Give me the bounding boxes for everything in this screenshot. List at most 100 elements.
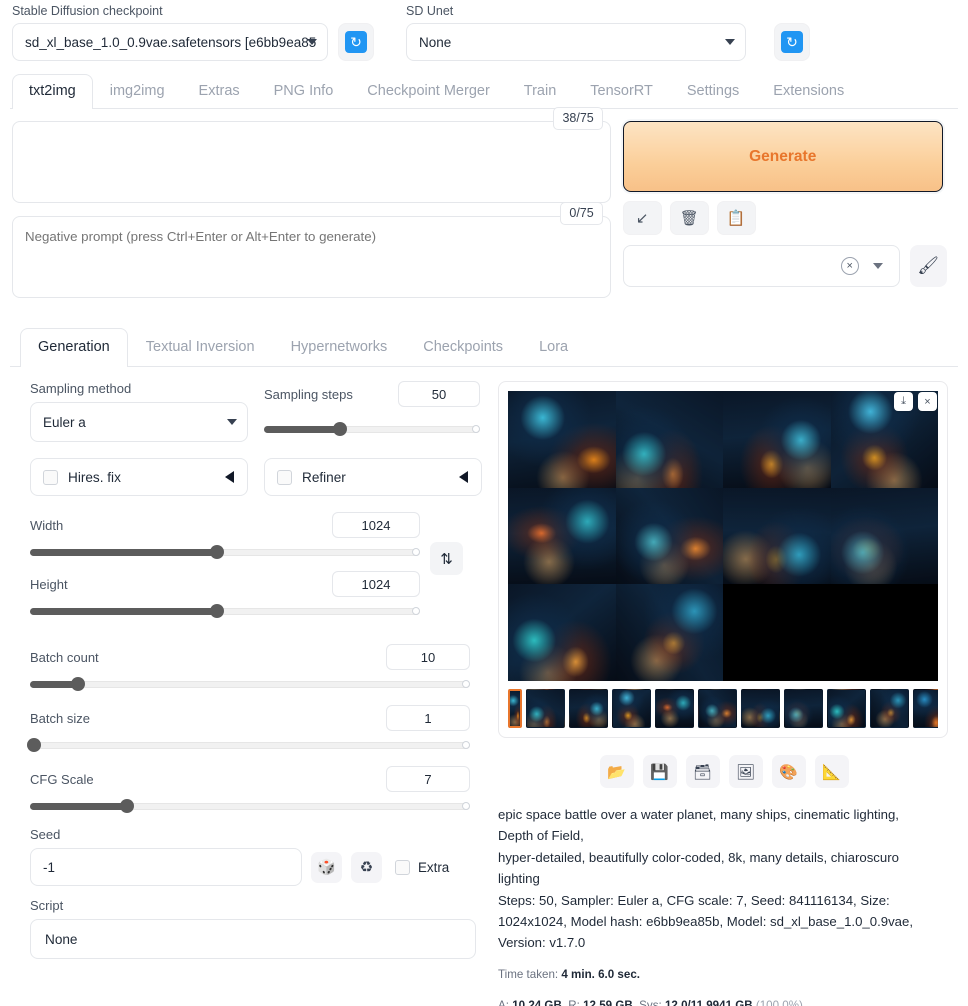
send-to-img2img-button[interactable]: 🖼 (728, 755, 763, 788)
download-icon[interactable]: ⤓ (894, 392, 913, 411)
tab-png-info[interactable]: PNG Info (257, 74, 351, 108)
random-seed-button[interactable]: 🎲 (311, 851, 342, 883)
gallery-image[interactable] (508, 584, 616, 681)
refiner-toggle[interactable]: Refiner (264, 458, 482, 496)
slider-knob[interactable] (119, 799, 134, 813)
send-to-inpaint-button[interactable]: 🎨 (771, 755, 806, 788)
thumbnail[interactable] (784, 689, 823, 728)
clear-styles-icon[interactable]: × (840, 257, 859, 275)
memory-a-value: 10.24 GB (512, 999, 562, 1006)
thumbnail[interactable] (741, 689, 780, 728)
width-group: Width 1024 (30, 512, 420, 559)
tab-extensions[interactable]: Extensions (756, 74, 861, 108)
subtab-lora[interactable]: Lora (521, 328, 586, 366)
extra-checkbox[interactable] (395, 859, 410, 875)
send-to-extras-button[interactable]: 📐 (814, 755, 849, 788)
cfg-scale-slider[interactable] (30, 799, 470, 813)
reuse-seed-button[interactable]: ♻ (351, 851, 382, 883)
tab-img2img[interactable]: img2img (93, 74, 182, 108)
width-slider[interactable] (30, 545, 420, 559)
save-zip-button[interactable]: 🗃 (685, 755, 720, 788)
gallery-image[interactable] (723, 391, 831, 488)
slider-knob[interactable] (210, 545, 225, 559)
tab-label: Settings (686, 83, 740, 100)
subtab-textual-inversion[interactable]: Textual Inversion (128, 328, 273, 366)
batch-size-slider[interactable] (27, 738, 470, 752)
tab-tensorrt[interactable]: TensorRT (573, 74, 670, 108)
thumbnail[interactable] (612, 689, 651, 728)
slider-knob[interactable] (71, 677, 86, 691)
positive-prompt-input[interactable] (12, 121, 611, 203)
batch-count-slider[interactable] (30, 677, 470, 691)
slider-end-dot (412, 607, 420, 615)
subtab-checkpoints[interactable]: Checkpoints (405, 328, 521, 366)
subtab-label: Lora (539, 339, 569, 356)
tab-txt2img[interactable]: txt2img (12, 74, 93, 109)
thumbnail[interactable] (526, 689, 565, 728)
slider-fill (30, 607, 218, 615)
subtab-generation[interactable]: Generation (20, 328, 128, 367)
close-icon[interactable]: × (918, 392, 937, 411)
refiner-checkbox[interactable] (277, 469, 292, 485)
negative-prompt-input[interactable] (12, 216, 611, 298)
refresh-checkpoint-button[interactable]: ↻ (338, 23, 374, 61)
tab-label: Extensions (773, 83, 845, 100)
gallery-image[interactable] (615, 487, 723, 585)
batch-params-block: Batch count 10 Batch size 1 CFG Scale 7 (27, 644, 470, 813)
thumbnail-selected[interactable] (508, 689, 522, 728)
slider-end-dot (412, 548, 420, 556)
hires-fix-toggle[interactable]: Hires. fix (30, 458, 248, 496)
tab-train[interactable]: Train (507, 74, 574, 108)
gallery-image[interactable] (830, 487, 938, 585)
gallery-image[interactable] (615, 391, 723, 488)
expand-left-icon[interactable] (459, 471, 468, 483)
tab-label: Train (523, 83, 557, 100)
refresh-icon: ↻ (781, 31, 803, 53)
edit-styles-button[interactable]: 🖌 (909, 245, 947, 287)
batch-size-input[interactable]: 1 (386, 705, 470, 731)
generate-button[interactable]: Generate (622, 121, 943, 192)
sampling-steps-slider[interactable] (264, 422, 480, 436)
gallery-image[interactable] (723, 487, 831, 585)
open-folder-button[interactable]: 📂 (599, 755, 634, 788)
styles-select[interactable]: × (622, 245, 900, 287)
clear-prompt-button[interactable]: 🗑 (669, 201, 709, 235)
batch-count-input[interactable]: 10 (386, 644, 470, 670)
hires-fix-checkbox[interactable] (43, 469, 58, 485)
height-input[interactable]: 1024 (332, 571, 420, 597)
width-input[interactable]: 1024 (332, 512, 420, 538)
unet-select[interactable]: None (406, 23, 746, 61)
slider-knob[interactable] (332, 422, 347, 436)
script-select[interactable]: None (30, 919, 476, 959)
thumbnail[interactable] (913, 689, 938, 728)
slider-knob[interactable] (210, 604, 225, 618)
sampling-steps-input[interactable]: 50 (398, 381, 480, 407)
gallery-image[interactable] (615, 584, 723, 681)
gallery-grid (508, 391, 938, 681)
paste-params-button[interactable]: 📋 (716, 201, 756, 235)
seed-input[interactable]: -1 (30, 848, 302, 886)
sampling-method-select[interactable]: Euler a (30, 402, 248, 442)
expand-left-icon[interactable] (225, 471, 234, 483)
tab-settings[interactable]: Settings (670, 74, 756, 108)
save-button[interactable]: 💾 (642, 755, 677, 788)
restore-progress-button[interactable]: ↙ (622, 201, 662, 235)
thumbnail[interactable] (655, 689, 694, 728)
refresh-unet-button[interactable]: ↻ (774, 23, 810, 61)
cfg-scale-input[interactable]: 7 (386, 766, 470, 792)
thumbnail[interactable] (569, 689, 608, 728)
thumbnail[interactable] (827, 689, 866, 728)
swap-dimensions-button[interactable]: ⇅ (430, 542, 463, 575)
extra-seed-toggle[interactable]: Extra (395, 859, 449, 875)
height-slider[interactable] (30, 604, 420, 618)
thumbnail[interactable] (698, 689, 737, 728)
gallery-image[interactable] (508, 391, 616, 488)
thumbnail[interactable] (870, 689, 909, 728)
subtab-hypernetworks[interactable]: Hypernetworks (273, 328, 406, 366)
tab-extras[interactable]: Extras (182, 74, 257, 108)
checkpoint-select[interactable]: sd_xl_base_1.0_0.9vae.safetensors [e6bb9… (12, 23, 328, 61)
slider-knob[interactable] (27, 738, 42, 752)
chevron-down-icon[interactable] (872, 263, 883, 269)
gallery-image[interactable] (508, 487, 616, 585)
tab-checkpoint-merger[interactable]: Checkpoint Merger (350, 74, 507, 108)
